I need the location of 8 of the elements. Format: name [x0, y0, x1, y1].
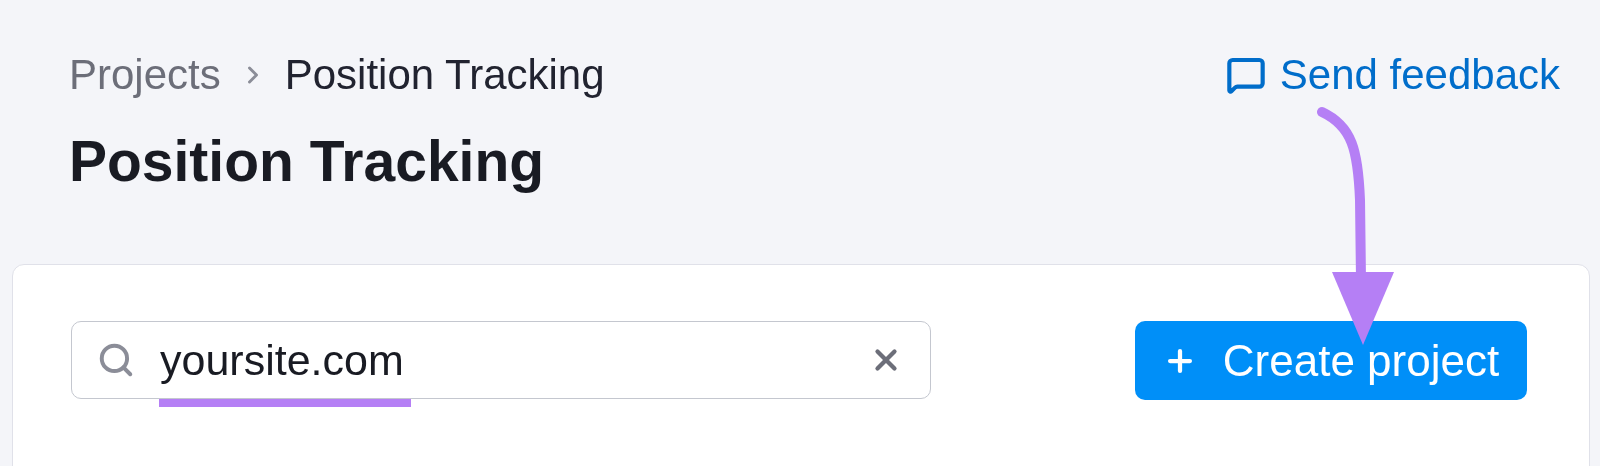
speech-bubble-icon: [1225, 55, 1266, 95]
search-icon: [97, 341, 135, 379]
search-field[interactable]: yoursite.com: [71, 321, 931, 399]
breadcrumb-link[interactable]: Position Tracking: [284, 51, 605, 99]
create-project-button[interactable]: Create project: [1135, 321, 1527, 400]
send-feedback-link[interactable]: Send feedback: [1225, 51, 1560, 99]
breadcrumb-link[interactable]: Projects: [69, 51, 221, 99]
page-title: Position Tracking: [69, 128, 546, 194]
